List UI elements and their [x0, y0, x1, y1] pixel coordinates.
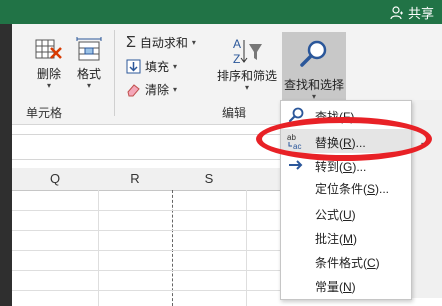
person-icon — [390, 5, 403, 19]
delete-button[interactable]: 删除 ▾ — [32, 36, 66, 91]
sort-filter-button[interactable]: A Z 排序和筛选 ▾ — [214, 36, 280, 93]
group-divider — [114, 30, 115, 116]
magnifier-icon — [300, 40, 327, 67]
grid-line — [98, 190, 99, 306]
chevron-down-icon: ▾ — [173, 62, 178, 71]
eraser-icon — [127, 84, 140, 97]
clear-label: 清除 — [145, 83, 170, 97]
share-label: 共享 — [407, 6, 434, 21]
edit-group-label: 编辑 — [222, 106, 247, 120]
page-break-line — [172, 190, 173, 306]
sigma-icon: Σ — [126, 33, 136, 51]
menu-item-formulas[interactable]: 公式(U) — [281, 201, 411, 225]
menu-item-label: 常量(N) — [315, 280, 356, 294]
sort-filter-icon: A Z — [233, 37, 262, 66]
grid-line — [246, 190, 247, 306]
menu-item-label: 定位条件(S)... — [315, 182, 390, 196]
menu-item-label: 条件格式(C) — [315, 256, 380, 270]
menu-item-conditional-formatting[interactable]: 条件格式(C) — [281, 249, 411, 273]
autosum-label: 自动求和 — [139, 36, 188, 50]
format-button[interactable]: 格式 ▾ — [72, 36, 106, 91]
fill-button[interactable]: 填充 ▾ — [126, 58, 177, 75]
cells-group-label: 单元格 — [26, 106, 63, 120]
menu-item-goto-special[interactable]: 定位条件(S)... — [281, 175, 411, 199]
autosum-button[interactable]: Σ 自动求和 ▾ — [126, 34, 196, 51]
svg-text:A: A — [233, 37, 241, 51]
chevron-down-icon: ▾ — [244, 83, 249, 92]
menu-item-label: 批注(M) — [315, 232, 357, 246]
column-header-r[interactable]: R — [98, 168, 173, 191]
window-frame — [0, 0, 12, 306]
share-button[interactable]: 共享 — [390, 3, 434, 22]
sort-filter-label: 排序和筛选 — [216, 69, 277, 83]
chevron-down-icon: ▾ — [46, 81, 51, 90]
chevron-down-icon: ▾ — [86, 81, 91, 90]
menu-item-constants[interactable]: 常量(N) — [281, 273, 411, 297]
chevron-down-icon: ▾ — [191, 38, 196, 47]
chevron-down-icon: ▾ — [173, 85, 178, 94]
clear-button[interactable]: 清除 ▾ — [126, 81, 177, 98]
find-select-button[interactable]: 查找和选择 ▾ — [282, 32, 346, 108]
title-bar: 共享 — [0, 0, 442, 24]
fill-label: 填充 — [145, 60, 170, 74]
fill-down-icon — [126, 59, 141, 74]
format-label: 格式 — [76, 67, 101, 81]
delete-cells-icon — [35, 39, 62, 59]
highlight-oval — [256, 117, 432, 161]
menu-item-label: 公式(U) — [315, 208, 356, 222]
column-header-q[interactable]: Q — [12, 168, 99, 191]
arrow-right-icon — [289, 160, 303, 170]
menu-item-comments[interactable]: 批注(M) — [281, 225, 411, 249]
format-cells-icon — [76, 37, 102, 61]
delete-label: 删除 — [36, 67, 61, 81]
find-select-label: 查找和选择 — [283, 78, 344, 92]
column-header-s[interactable]: S — [172, 168, 247, 191]
svg-text:Z: Z — [233, 52, 240, 66]
